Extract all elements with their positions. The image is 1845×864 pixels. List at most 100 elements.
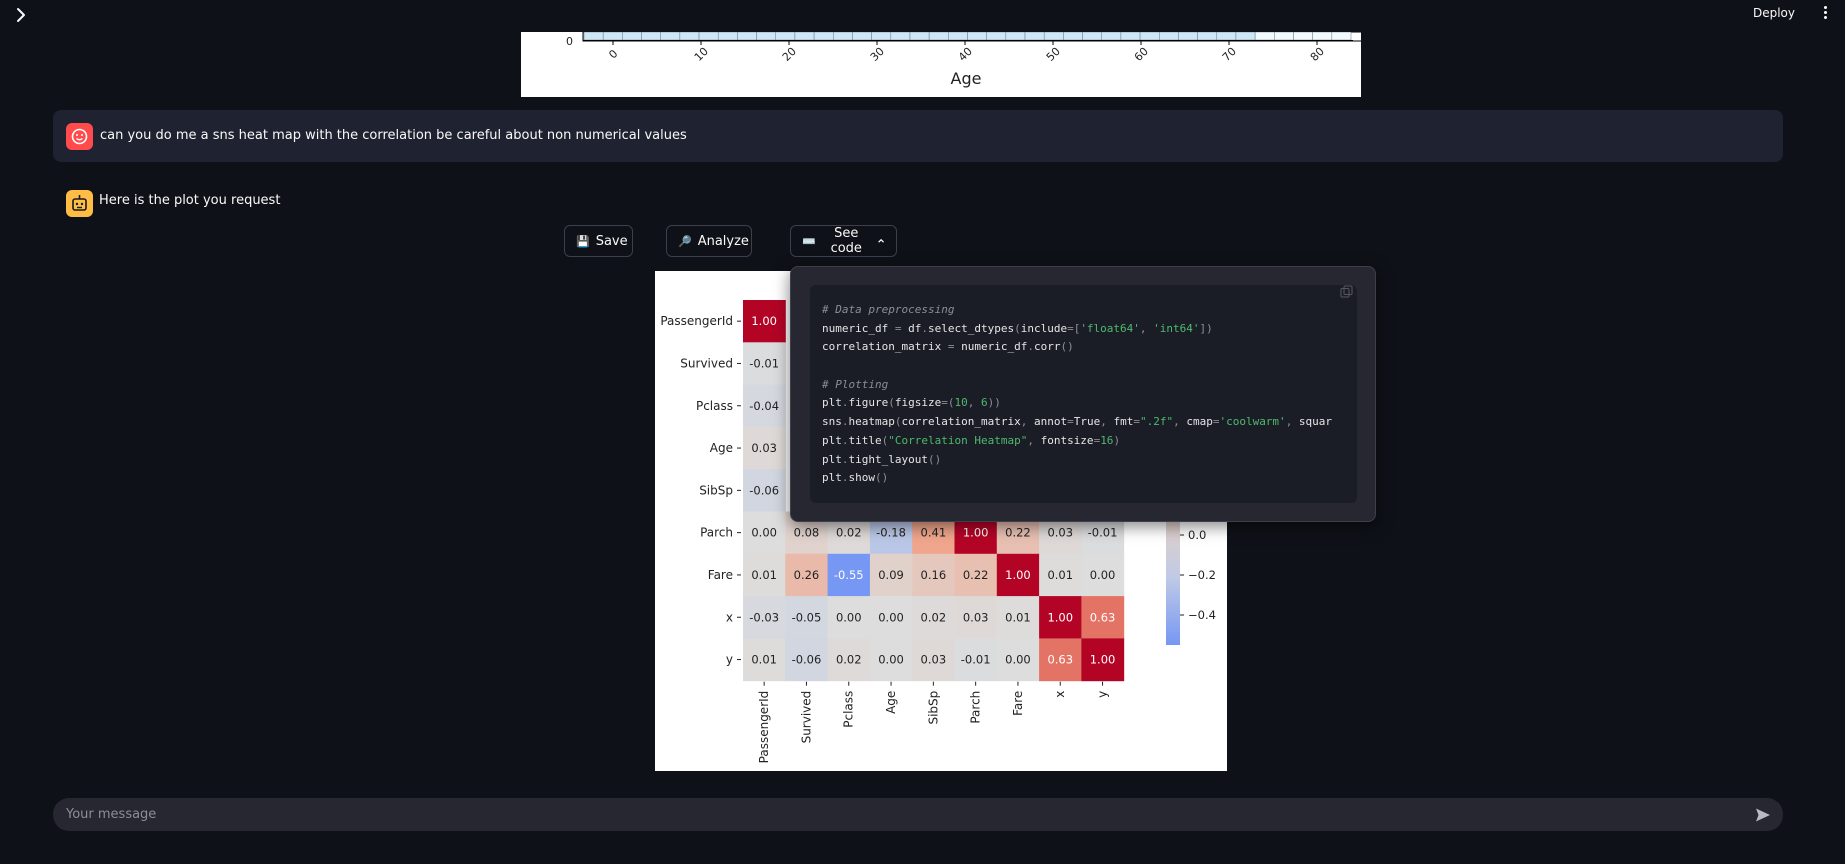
cell-label: 0.22 [963, 568, 989, 582]
cell-label: 0.00 [836, 610, 862, 624]
cell-label: 1.00 [1090, 653, 1116, 667]
bot-message-text: Here is the plot you request [99, 193, 281, 208]
cell-label: -0.01 [961, 653, 991, 667]
chat-input-bar [53, 798, 1783, 831]
histogram-bar [1139, 31, 1160, 41]
histogram-bar [1312, 31, 1333, 41]
histogram-bar [833, 31, 853, 41]
cell-label: 0.63 [1047, 653, 1073, 667]
cell-label: 1.00 [963, 526, 989, 540]
histogram-bar [1216, 31, 1237, 41]
histogram-bar [1331, 31, 1352, 41]
cell-label: 0.02 [921, 610, 947, 624]
cell-label: -0.01 [749, 356, 779, 370]
chevron-right-icon[interactable] [12, 6, 30, 24]
code-line: plt.show() [822, 471, 889, 485]
bot-avatar [66, 190, 93, 217]
histogram-bar [1082, 31, 1102, 41]
code-line: plt.title("Correlation Heatmap", fontsiz… [822, 433, 1121, 447]
robot-icon [72, 195, 87, 211]
age-histogram: 0 0 10 20 30 40 50 60 70 80 Age [521, 31, 1363, 97]
row-label: Fare [708, 568, 733, 582]
code-block: # Data preprocessing numeric_df = df.sele… [810, 285, 1357, 503]
row-label: Pclass [696, 399, 733, 413]
histogram-bar [1274, 31, 1294, 41]
histogram-bar [890, 31, 911, 41]
save-label: Save [595, 233, 628, 249]
histogram-bar [986, 31, 1007, 41]
send-icon[interactable] [1755, 807, 1771, 823]
histogram-bar [909, 31, 930, 41]
code-line: # Data preprocessing [822, 303, 955, 316]
cell-label: 0.63 [1090, 610, 1116, 624]
more-menu-icon[interactable] [1822, 5, 1828, 21]
chevron-up-icon [877, 238, 884, 243]
histogram-bar [928, 31, 949, 41]
cell-label: -0.04 [749, 399, 779, 413]
col-label: x [1053, 691, 1067, 698]
cell-label: 1.00 [751, 314, 777, 328]
colorbar-tick: −0.2 [1188, 568, 1216, 582]
analyze-button[interactable]: 🔎 Analyze [666, 225, 752, 257]
histogram-bar [1159, 31, 1179, 41]
histogram-x-tick: 0 [606, 47, 620, 61]
code-popover: # Data preprocessing numeric_df = df.sele… [790, 266, 1376, 522]
code-line: correlation_matrix = numeric_df.corr() [822, 340, 1074, 354]
cell-label: -0.05 [792, 610, 822, 624]
row-label: Age [710, 441, 733, 455]
histogram-bar [1197, 31, 1218, 41]
copy-icon[interactable] [1340, 285, 1353, 298]
code-line: sns.heatmap(correlation_matrix, annot=Tr… [822, 415, 1333, 429]
floppy-disk-icon: 💾 [576, 234, 590, 248]
cell-label: -0.03 [749, 610, 779, 624]
save-button[interactable]: 💾 Save [564, 225, 633, 257]
colorbar-tick: −0.4 [1188, 608, 1216, 622]
magnifier-icon: 🔎 [678, 234, 692, 248]
col-label: SibSp [926, 691, 940, 725]
cell-label: 0.00 [878, 653, 904, 667]
row-label: Survived [680, 356, 733, 370]
code-line: # Plotting [822, 377, 889, 391]
cell-label: -0.18 [876, 526, 906, 540]
cell-label: -0.55 [834, 568, 864, 582]
chat-input[interactable] [66, 798, 1726, 831]
top-bar: Deploy [0, 0, 1845, 30]
histogram-bar [1254, 31, 1275, 41]
histogram-bar [1293, 31, 1313, 41]
cell-label: 0.26 [794, 568, 820, 582]
colorbar [1166, 522, 1180, 645]
smiley-icon [71, 128, 88, 145]
histogram-bar [794, 31, 815, 41]
histogram-bar [1024, 31, 1045, 41]
row-label: PassengerId [660, 314, 733, 328]
cell-label: -0.06 [792, 653, 822, 667]
cell-label: 0.00 [878, 610, 904, 624]
histogram-bar [1101, 31, 1122, 41]
cell-label: 0.16 [921, 568, 947, 582]
histogram-bar [737, 31, 757, 41]
see-code-label: See code [830, 226, 862, 256]
histogram-svg: 0 0 10 20 30 40 50 60 70 80 Age [566, 31, 1363, 88]
cell-label: 0.01 [1005, 610, 1031, 624]
user-message: can you do me a sns heat map with the co… [53, 110, 1783, 162]
cell-label: 0.03 [751, 441, 777, 455]
see-code-button[interactable]: ⌨️ See code [790, 225, 897, 257]
row-label: Parch [700, 526, 733, 540]
histogram-bar [1043, 31, 1064, 41]
deploy-button[interactable]: Deploy [1753, 6, 1795, 20]
cell-label: 0.01 [751, 568, 777, 582]
cell-label: 0.03 [963, 610, 989, 624]
cell-label: 0.01 [751, 653, 777, 667]
histogram-bar [641, 31, 661, 41]
code-line: numeric_df = df.select_dtypes(include=['… [822, 321, 1213, 335]
histogram-bar [660, 31, 681, 41]
histogram-bar [775, 31, 796, 41]
cell-label: -0.06 [749, 483, 779, 497]
histogram-bar [717, 31, 738, 41]
histogram-bar [602, 31, 623, 41]
cell-label: 1.00 [1005, 568, 1031, 582]
col-label: Parch [969, 691, 983, 724]
col-label: y [1096, 691, 1110, 698]
col-label: Survived [799, 691, 813, 744]
